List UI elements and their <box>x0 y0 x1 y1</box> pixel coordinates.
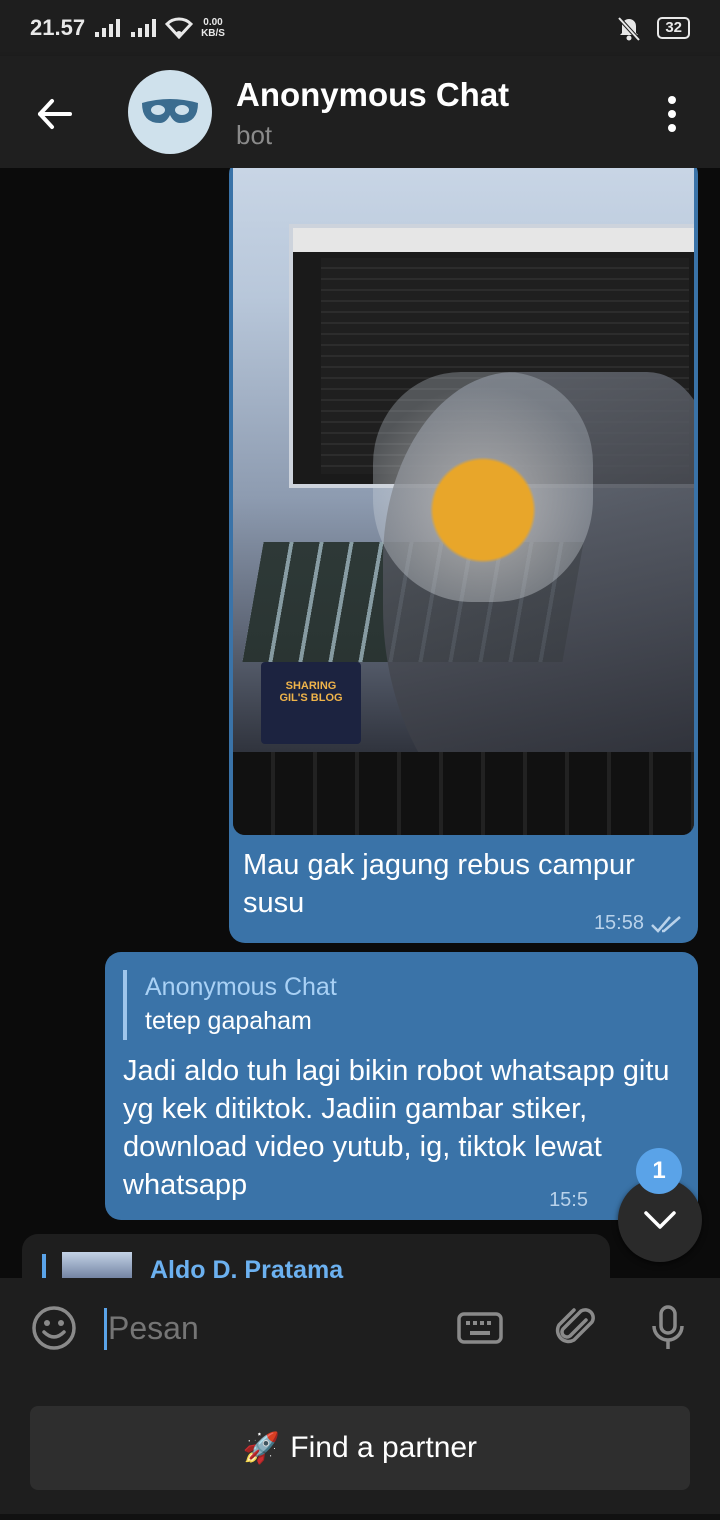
message-input-bar <box>0 1278 720 1378</box>
more-vertical-icon[interactable] <box>656 94 688 134</box>
mute-icon <box>617 16 641 42</box>
chevron-down-icon <box>644 1211 676 1229</box>
battery-icon: 32 <box>657 17 690 39</box>
message-list[interactable]: SHARING GIL'S BLOG Mau gak jagung rebus … <box>0 168 720 1278</box>
reply-quote-bar <box>42 1254 46 1278</box>
avatar[interactable] <box>128 70 212 154</box>
message-meta: 15:5 <box>549 1189 588 1212</box>
chat-subtitle: bot <box>236 120 273 150</box>
emoji-icon[interactable] <box>30 1304 78 1352</box>
reply-quote-name: Anonymous Chat <box>145 973 337 1001</box>
status-bar: 21.57 0.00 KB/S 32 <box>0 0 720 56</box>
message-caption: Mau gak jagung rebus campur susu <box>243 849 635 919</box>
mask-icon <box>142 99 198 123</box>
wifi-icon <box>165 17 194 39</box>
message-reply-outgoing[interactable]: Anonymous Chat tetep gapaham Jadi aldo t… <box>105 952 698 1220</box>
reply-quote[interactable]: Anonymous Chat tetep gapaham <box>123 970 337 1040</box>
reply-quote-thumbnail <box>62 1252 132 1278</box>
nav-bar <box>0 1514 720 1520</box>
find-partner-label: Find a partner <box>290 1431 478 1464</box>
message-incoming[interactable]: Aldo D. Pratama <box>22 1234 610 1278</box>
find-partner-button[interactable]: 🚀 Find a partner <box>30 1406 690 1490</box>
message-photo-outgoing[interactable]: SHARING GIL'S BLOG Mau gak jagung rebus … <box>229 168 698 943</box>
status-left: 21.57 0.00 KB/S <box>30 15 225 41</box>
message-meta: 15:58 <box>594 912 684 935</box>
message-time: 15:5 <box>549 1189 588 1211</box>
photo-gaming-keyboard <box>233 752 694 835</box>
photo[interactable]: SHARING GIL'S BLOG <box>233 168 694 835</box>
message-input[interactable] <box>104 1304 428 1352</box>
signal-icon <box>95 19 121 37</box>
reply-quote-text: tetep gapaham <box>145 1007 312 1035</box>
status-right: 32 <box>615 14 690 42</box>
reply-quote-name: Aldo D. Pratama <box>150 1256 344 1278</box>
arrow-left-icon[interactable] <box>30 90 78 138</box>
double-check-icon <box>651 915 681 933</box>
keyboard-icon[interactable] <box>456 1304 504 1352</box>
status-time: 21.57 <box>30 15 86 40</box>
unread-badge: 1 <box>636 1148 682 1194</box>
signal-icon <box>131 19 157 37</box>
photo-sticker: SHARING GIL'S BLOG <box>261 662 361 744</box>
chat-title[interactable]: Anonymous Chat <box>236 76 509 114</box>
message-time: 15:58 <box>593 912 644 934</box>
chat-header: Anonymous Chat bot <box>0 56 720 168</box>
mic-icon[interactable] <box>644 1304 692 1352</box>
rocket-icon: 🚀 <box>242 1431 281 1465</box>
photo-glass <box>373 372 593 602</box>
attach-icon[interactable] <box>552 1304 600 1352</box>
net-speed: 0.00 KB/S <box>201 17 225 39</box>
message-text: Jadi aldo tuh lagi bikin robot whatsapp … <box>123 1055 670 1201</box>
bot-keyboard: 🚀 Find a partner <box>0 1378 720 1520</box>
